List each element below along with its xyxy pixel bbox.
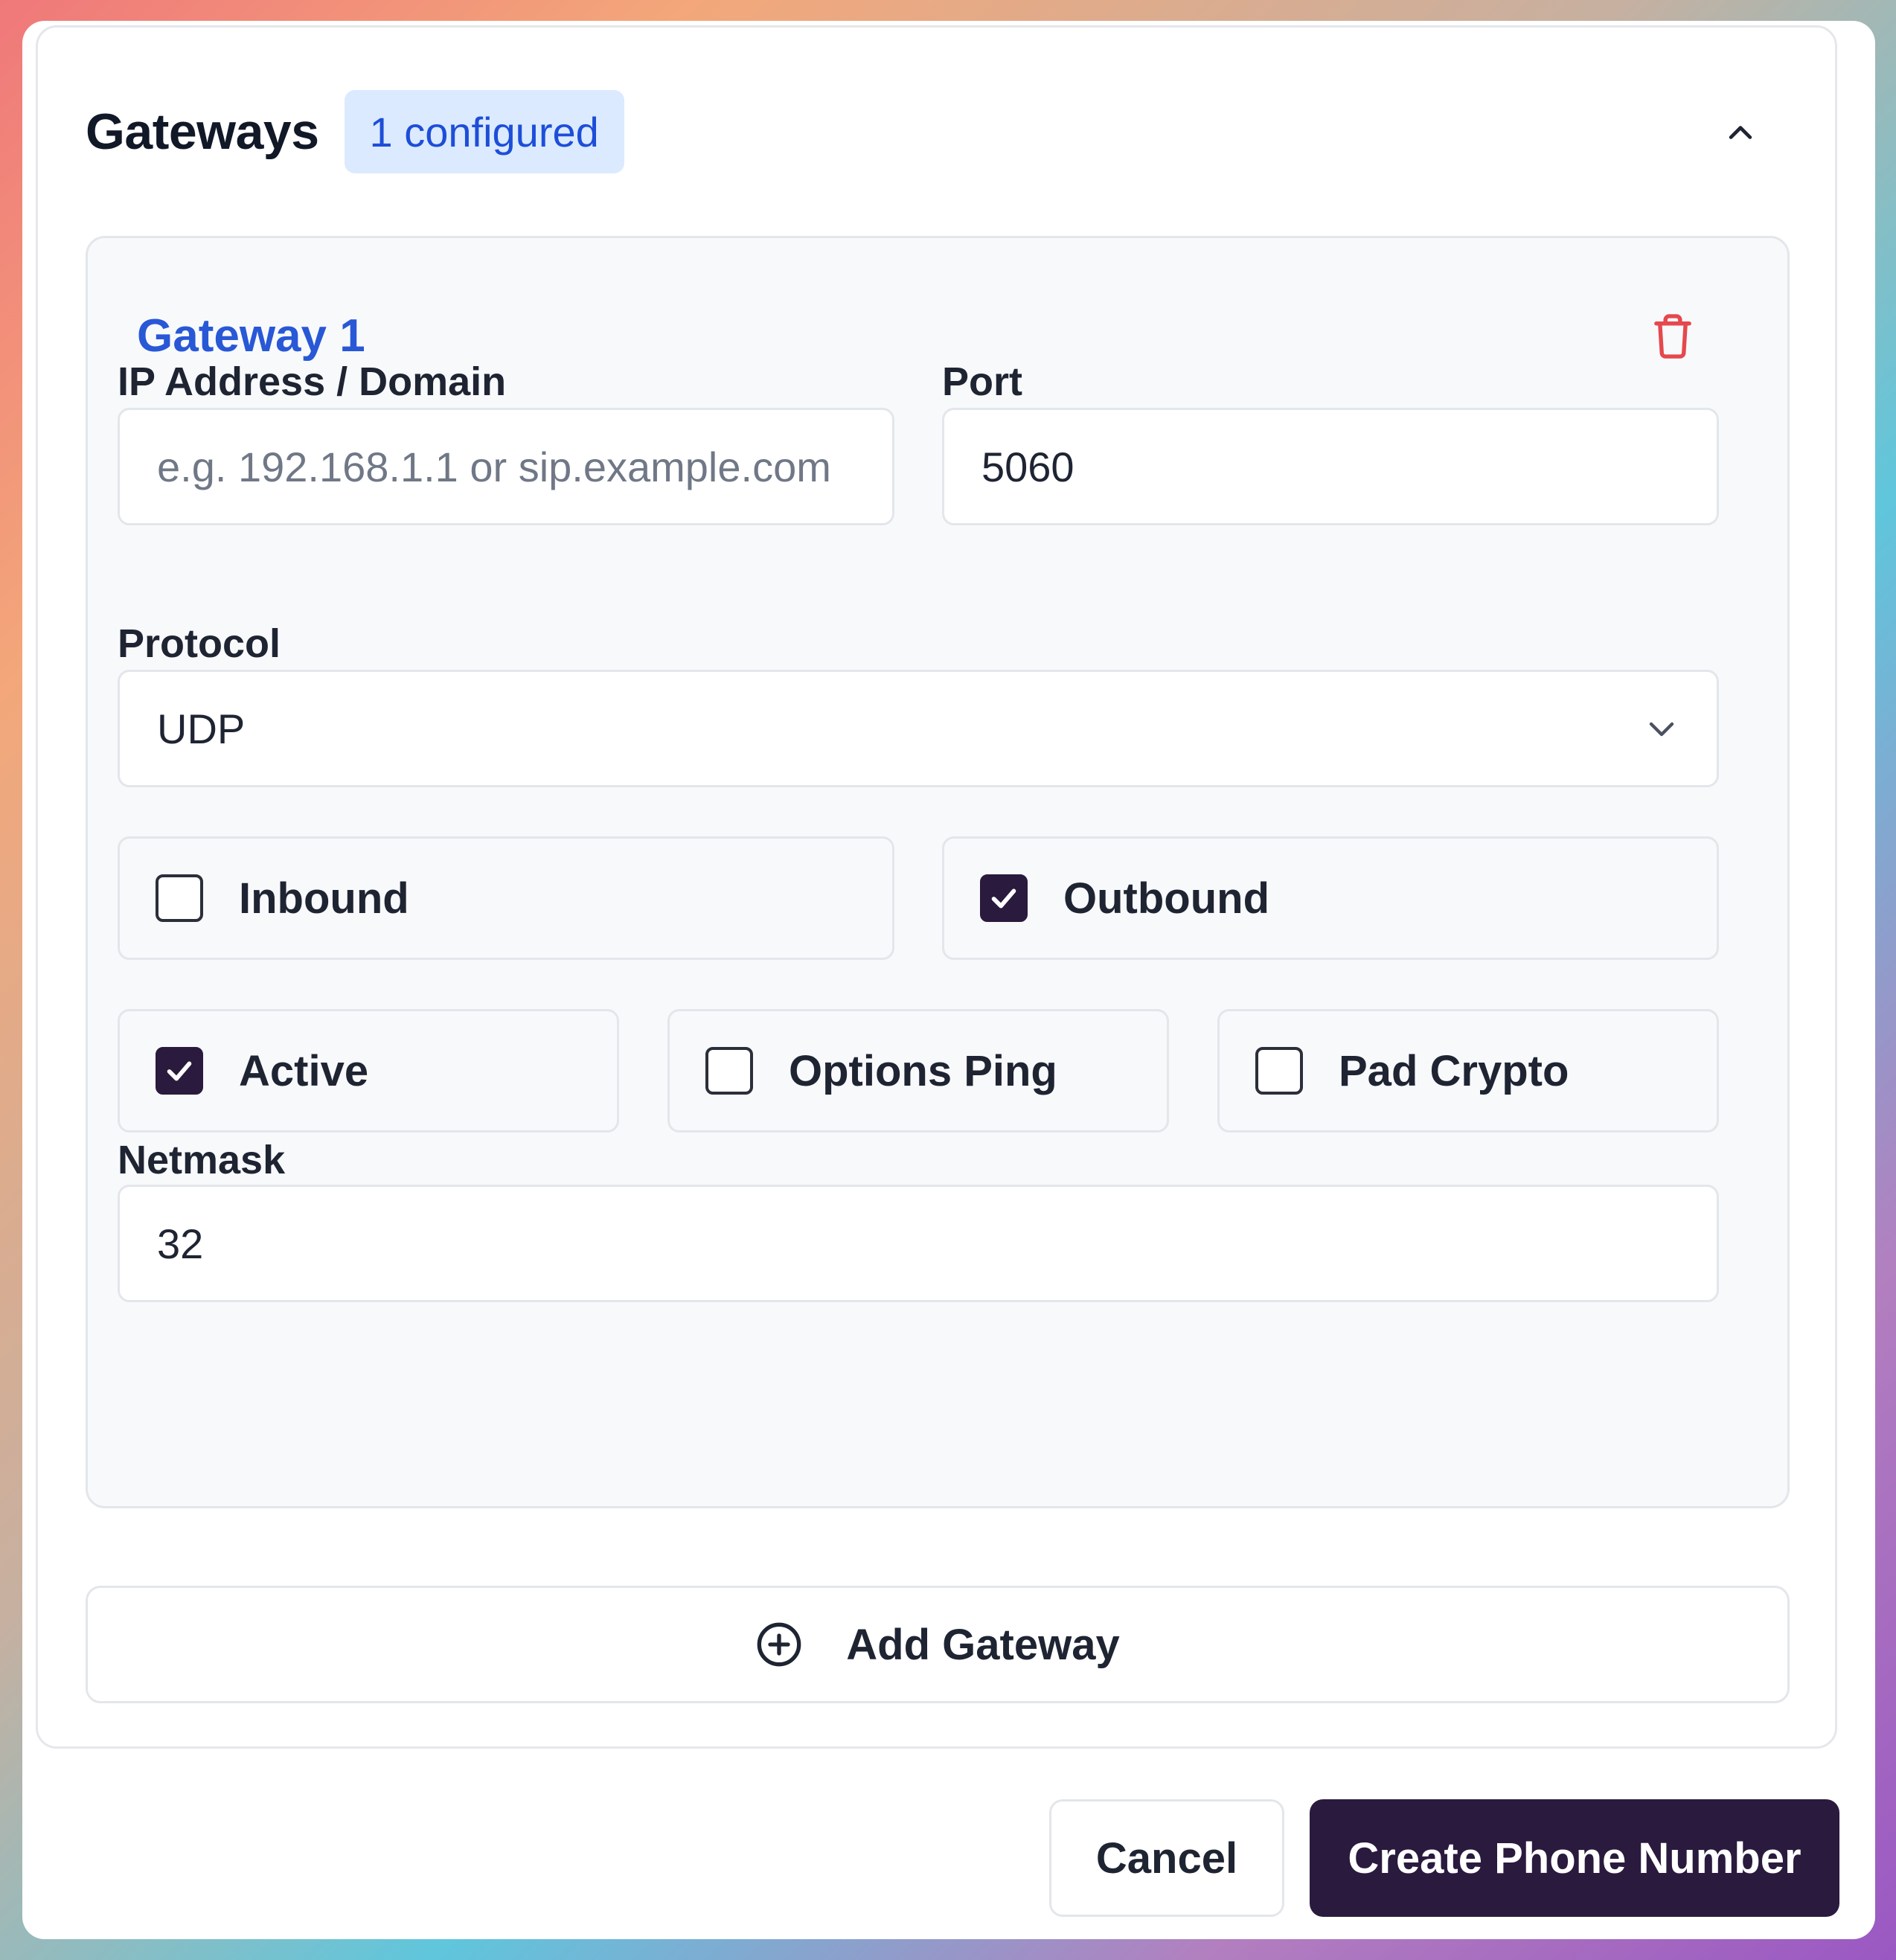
gateways-count-badge: 1 configured [344, 90, 624, 173]
collapse-gateways-button[interactable] [1712, 105, 1769, 161]
checkbox-checked-icon [156, 1047, 203, 1095]
create-phone-number-modal: Gateways 1 configured Gateway 1 IP Addre… [22, 21, 1875, 1939]
plus-circle-icon [757, 1622, 801, 1667]
checkbox-unchecked-icon [1255, 1047, 1303, 1095]
add-gateway-label: Add Gateway [846, 1620, 1120, 1669]
netmask-input[interactable]: 32 [118, 1185, 1719, 1302]
checkbox-checked-icon [980, 874, 1028, 922]
netmask-label: Netmask [118, 1138, 286, 1182]
netmask-value: 32 [157, 1220, 204, 1267]
pad-crypto-checkbox[interactable]: Pad Crypto [1217, 1009, 1719, 1133]
trash-icon [1654, 314, 1691, 359]
outbound-checkbox[interactable]: Outbound [942, 836, 1719, 960]
protocol-value: UDP [157, 705, 246, 752]
chevron-down-icon [1649, 722, 1674, 737]
protocol-select[interactable]: UDP [118, 670, 1719, 787]
protocol-label: Protocol [118, 621, 281, 666]
add-gateway-button[interactable]: Add Gateway [86, 1586, 1790, 1703]
checkbox-unchecked-icon [156, 874, 203, 922]
active-checkbox[interactable]: Active [118, 1009, 619, 1133]
gateways-section: Gateways 1 configured Gateway 1 IP Addre… [36, 25, 1837, 1749]
port-value: 5060 [981, 443, 1074, 490]
delete-gateway-button[interactable] [1643, 307, 1703, 366]
port-label: Port [942, 359, 1022, 404]
cancel-button[interactable]: Cancel [1049, 1799, 1284, 1917]
pad-crypto-label: Pad Crypto [1339, 1046, 1569, 1095]
port-input[interactable]: 5060 [942, 408, 1719, 525]
chevron-up-icon [1729, 126, 1752, 139]
ip-address-input[interactable] [118, 408, 894, 525]
gateways-title: Gateways [86, 103, 319, 160]
ip-address-label: IP Address / Domain [118, 359, 507, 404]
active-label: Active [239, 1046, 369, 1095]
inbound-checkbox[interactable]: Inbound [118, 836, 894, 960]
outbound-label: Outbound [1063, 874, 1270, 923]
gateway-card: Gateway 1 IP Address / Domain Port 5060 … [86, 236, 1790, 1508]
gateways-header: Gateways 1 configured [86, 90, 624, 173]
checkbox-unchecked-icon [705, 1047, 753, 1095]
gateway-title: Gateway 1 [137, 310, 365, 362]
inbound-label: Inbound [239, 874, 409, 923]
create-phone-number-button[interactable]: Create Phone Number [1310, 1799, 1839, 1917]
options-ping-label: Options Ping [789, 1046, 1057, 1095]
options-ping-checkbox[interactable]: Options Ping [667, 1009, 1169, 1133]
